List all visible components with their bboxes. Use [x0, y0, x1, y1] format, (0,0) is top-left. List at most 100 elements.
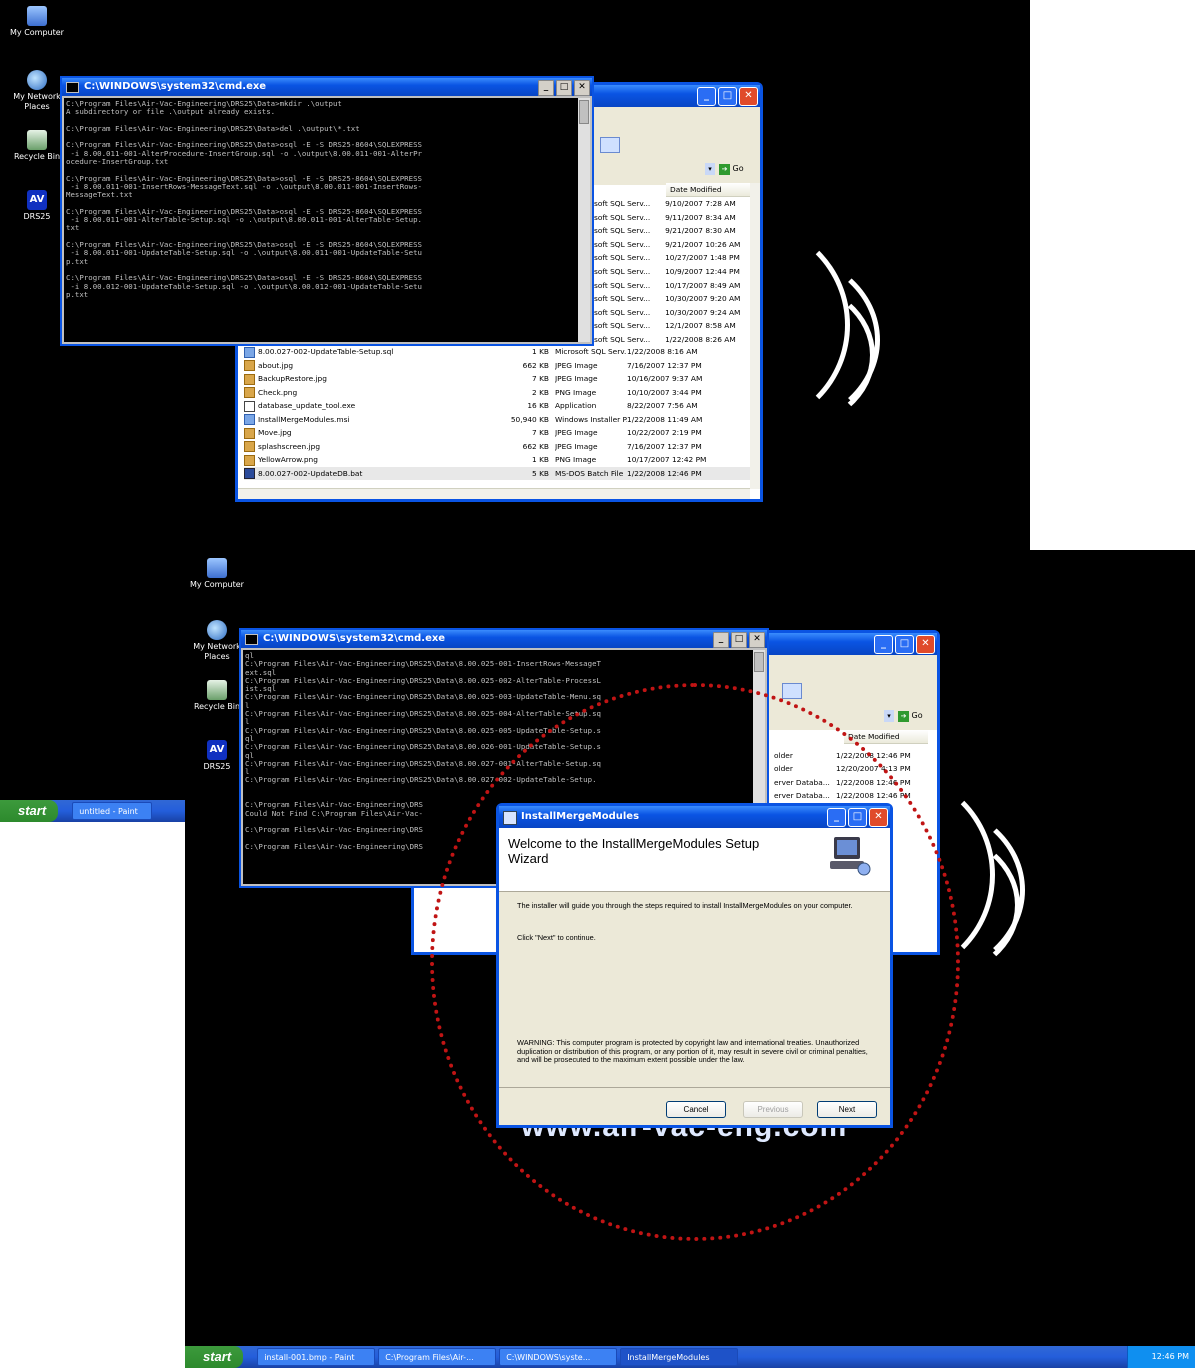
file-row[interactable]: soft SQL Serv... 9/11/2007 8:34 AM	[594, 211, 754, 224]
recycle-bin-icon[interactable]: Recycle Bin	[10, 130, 64, 162]
cmd-line: txt	[66, 223, 80, 233]
file-icon	[244, 400, 255, 412]
file-type: MS-DOS Batch File	[555, 468, 624, 478]
go-button[interactable]: ➔ Go	[719, 162, 747, 176]
cmd-scrollbar[interactable]	[578, 98, 590, 342]
file-type: Microsoft SQL Serv...	[555, 347, 627, 356]
file-row[interactable]: 8.00.027-002-UpdateDB.bat 5 KB MS-DOS Batc…	[244, 466, 754, 480]
cmd-line: ocedure-InsertGroup.txt	[66, 157, 169, 167]
file-row[interactable]: soft SQL Serv... 10/30/2007 9:24 AM	[594, 306, 754, 319]
file-row[interactable]: soft SQL Serv... 9/21/2007 10:26 AM	[594, 238, 754, 251]
column-header-date[interactable]: Date Modified	[666, 183, 750, 197]
file-row[interactable]: YellowArrow.png 1 KB PNG Image 10/17/2007 1…	[244, 453, 754, 466]
file-row[interactable]: soft SQL Serv... 10/30/2007 9:20 AM	[594, 292, 754, 305]
file-type: PNG Image	[555, 387, 597, 397]
file-type: JPEG Image	[555, 360, 598, 370]
my-computer-icon[interactable]: My Computer	[190, 558, 244, 590]
maximize-icon[interactable]: □	[731, 632, 747, 648]
cmd-title-bar[interactable]: C:\WINDOWS\system32\cmd.exe _ □ ✕	[62, 78, 592, 96]
cmd-line: p.txt	[66, 289, 89, 299]
my-network-places-icon[interactable]: My Network Places	[10, 70, 64, 112]
file-size: 662 KB	[522, 441, 549, 451]
file-size: 7 KB	[532, 374, 549, 383]
file-size: 16 KB	[527, 401, 549, 410]
file-name: 8.00.027-002-UpdateDB.bat	[244, 467, 494, 480]
cmd-line: -i 8.00.011-001-InsertRows-MessageText.s…	[66, 181, 422, 191]
file-name: Check.png	[244, 386, 494, 399]
taskbar-item-cmd[interactable]: C:\WINDOWS\syste...	[499, 1348, 618, 1366]
file-date: 7/16/2007 12:37 PM	[627, 360, 702, 370]
file-icon	[244, 427, 255, 439]
my-computer-icon[interactable]: My Computer	[10, 6, 64, 38]
file-date: 9/21/2007 8:30 AM	[665, 226, 736, 236]
close-icon[interactable]: ✕	[749, 632, 765, 648]
file-date: 10/17/2007 8:49 AM	[665, 280, 741, 290]
maximize-icon[interactable]: □	[895, 635, 914, 654]
file-type: soft SQL Serv...	[594, 239, 651, 249]
drs25-icon[interactable]: AV DRS25	[10, 190, 64, 222]
file-type: PNG Image	[555, 455, 597, 464]
maximize-icon[interactable]: □	[556, 80, 572, 96]
file-row[interactable]: splashscreen.jpg 662 KB JPEG Image 7/16/200…	[244, 440, 754, 453]
views-icon[interactable]	[782, 683, 802, 699]
address-dropdown-icon[interactable]: ▾	[884, 710, 894, 722]
file-type: soft SQL Serv...	[594, 226, 651, 236]
file-icon	[244, 468, 255, 479]
file-type: JPEG Image	[555, 441, 598, 451]
file-row[interactable]: soft SQL Serv... 12/1/2007 8:58 AM	[594, 319, 754, 332]
minimize-icon[interactable]: _	[538, 80, 554, 96]
horizontal-scrollbar[interactable]	[238, 488, 750, 499]
file-row[interactable]: Check.png 2 KB PNG Image 10/10/2007 3:44 PM	[244, 386, 754, 399]
start-button[interactable]: start	[0, 800, 59, 822]
drs25-icon[interactable]: AV DRS25	[190, 740, 244, 772]
file-row[interactable]: soft SQL Serv... 10/17/2007 8:49 AM	[594, 279, 754, 292]
file-type: soft SQL Serv...	[594, 212, 651, 222]
go-button[interactable]: ➔ Go	[898, 709, 926, 723]
file-row[interactable]: about.jpg 662 KB JPEG Image 7/16/2007 12:37…	[244, 359, 754, 372]
file-row[interactable]: Move.jpg 7 KB JPEG Image 10/22/2007 2:19 PM	[244, 426, 754, 439]
file-row[interactable]: InstallMergeModules.msi 50,940 KB Windows …	[244, 413, 754, 426]
file-name: 8.00.027-002-UpdateTable-Setup.sql	[244, 345, 494, 358]
views-icon[interactable]	[600, 137, 620, 153]
file-row[interactable]: database_update_tool.exe 16 KB Application…	[244, 399, 754, 412]
address-dropdown-icon[interactable]: ▾	[705, 163, 715, 175]
file-name: YellowArrow.png	[244, 453, 494, 466]
file-date: 8/22/2007 7:56 AM	[627, 401, 698, 410]
file-row[interactable]: soft SQL Serv... 9/21/2007 8:30 AM	[594, 224, 754, 237]
system-tray: 12:46 PM	[1126, 1346, 1195, 1368]
file-row[interactable]: soft SQL Serv... 10/9/2007 12:44 PM	[594, 265, 754, 278]
vertical-scrollbar[interactable]	[750, 183, 760, 489]
file-row[interactable]: soft SQL Serv... 9/10/2007 7:28 AM	[594, 197, 754, 210]
file-date: 10/30/2007 9:20 AM	[665, 294, 741, 304]
taskbar-item[interactable]: untitled - Paint	[72, 802, 153, 820]
start-button[interactable]: start	[185, 1346, 244, 1368]
close-icon[interactable]: ✕	[916, 635, 935, 654]
cmd-line: -i 8.00.011-001-AlterTable-Setup.sql -o …	[66, 215, 422, 225]
file-icon	[244, 454, 255, 466]
close-icon[interactable]: ✕	[739, 87, 758, 106]
my-network-places-icon[interactable]: My Network Places	[190, 620, 244, 662]
file-type: JPEG Image	[555, 374, 598, 383]
file-icon	[244, 387, 255, 398]
minimize-icon[interactable]: _	[713, 632, 729, 648]
file-row[interactable]: BackupRestore.jpg 7 KB JPEG Image 10/16/200…	[244, 372, 754, 385]
taskbar-item-paint[interactable]: install-001.bmp - Paint	[257, 1348, 376, 1366]
close-icon[interactable]: ✕	[574, 80, 590, 96]
file-type: JPEG Image	[555, 428, 598, 437]
minimize-icon[interactable]: _	[874, 635, 893, 654]
taskbar-item-explorer[interactable]: C:\Program Files\Air-...	[378, 1348, 497, 1366]
minimize-icon[interactable]: _	[697, 87, 716, 106]
recycle-bin-icon[interactable]: Recycle Bin	[190, 680, 244, 712]
file-size: 7 KB	[532, 428, 549, 437]
file-row[interactable]: 8.00.027-002-UpdateTable-Setup.sql 1 KB Mi…	[244, 345, 754, 358]
taskbar-item-installer[interactable]: InstallMergeModules	[620, 1348, 739, 1366]
cmd-line: p.txt	[66, 256, 89, 266]
cmd-window[interactable]: C:\WINDOWS\system32\cmd.exe _ □ ✕ C:\Progr…	[60, 76, 594, 346]
file-size: 2 KB	[532, 387, 549, 397]
file-row[interactable]: soft SQL Serv... 10/27/2007 1:48 PM	[594, 251, 754, 264]
file-date: 1/22/2008 8:16 AM	[627, 347, 698, 356]
file-date: 9/11/2007 8:34 AM	[665, 212, 736, 222]
cmd-title-bar[interactable]: C:\WINDOWS\system32\cmd.exe _ □ ✕	[241, 630, 767, 648]
maximize-icon[interactable]: □	[718, 87, 737, 106]
annotation-circle	[430, 683, 960, 1241]
